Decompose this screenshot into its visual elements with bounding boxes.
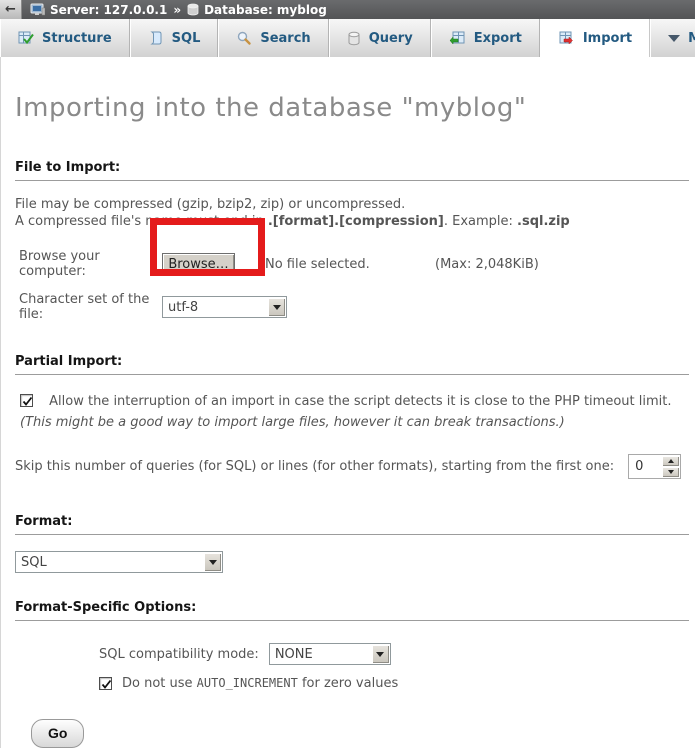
chevron-down-icon[interactable] — [372, 645, 389, 663]
skip-queries-label: Skip this number of queries (for SQL) or… — [15, 459, 614, 474]
allow-interruption-label: Allow the interruption of an import in c… — [49, 394, 671, 409]
skip-queries-stepper[interactable]: 0 — [628, 454, 681, 479]
sql-icon — [148, 30, 164, 46]
tab-label: Search — [260, 31, 310, 46]
breadcrumb-database[interactable]: Database: myblog — [187, 3, 327, 17]
sql-compat-label: SQL compatibility mode: — [99, 647, 259, 662]
no-file-selected-text: No file selected. — [265, 257, 370, 272]
format-select[interactable]: SQL — [15, 551, 223, 573]
tab-label: Import — [583, 31, 632, 46]
database-icon — [187, 3, 199, 16]
sql-compat-value: NONE — [270, 647, 371, 662]
section-heading-file-to-import: File to Import: — [15, 160, 689, 181]
allow-interruption-row: Allow the interruption of an import in c… — [15, 391, 690, 433]
allow-interruption-note: (This might be a good way to import larg… — [20, 415, 565, 430]
back-button[interactable]: ← — [0, 0, 22, 19]
charset-select-value: utf-8 — [163, 300, 267, 315]
chevron-down-icon[interactable] — [268, 298, 285, 316]
sql-compat-select[interactable]: NONE — [269, 643, 391, 665]
search-icon — [236, 30, 252, 46]
tab-structure[interactable]: Structure — [0, 19, 130, 57]
charset-select[interactable]: utf-8 — [162, 296, 287, 318]
section-heading-format-options: Format-Specific Options: — [15, 600, 689, 621]
import-icon — [558, 30, 575, 46]
autoinc-label: Do not use AUTO_INCREMENT for zero value… — [122, 676, 398, 691]
tab-search[interactable]: Search — [218, 19, 328, 57]
autoinc-label-prefix: Do not use — [122, 676, 197, 691]
structure-icon — [18, 30, 34, 46]
example-filename: .sql.zip — [517, 214, 570, 229]
stepper-up-button[interactable] — [662, 456, 679, 466]
server-icon — [30, 3, 45, 16]
breadcrumb-server[interactable]: Server: 127.0.0.1 — [30, 3, 167, 17]
breadcrumb-bar: ← Server: 127.0.0.1 » Database: myblog — [0, 0, 695, 19]
tab-label: SQL — [172, 31, 201, 46]
query-icon — [347, 31, 361, 46]
autoinc-checkbox[interactable] — [99, 677, 112, 690]
tab-label: Structure — [42, 31, 112, 46]
allow-interruption-checkbox[interactable] — [20, 394, 33, 407]
tab-label: Query — [369, 31, 413, 46]
breadcrumb-database-label: Database: myblog — [204, 3, 327, 17]
browse-label: Browse your computer: — [15, 249, 162, 279]
stepper-down-button[interactable] — [662, 467, 679, 477]
check-icon — [21, 395, 34, 408]
tab-bar: Structure SQL Search Query Export Import… — [0, 19, 695, 57]
charset-label: Character set of the file: — [15, 292, 162, 322]
back-icon: ← — [5, 2, 16, 17]
max-size-text: (Max: 2,048KiB) — [435, 257, 539, 272]
autoinc-label-suffix: for zero values — [298, 676, 398, 691]
breadcrumb-separator: » — [173, 3, 181, 17]
compression-note: File may be compressed (gzip, bzip2, zip… — [15, 196, 690, 230]
check-icon — [100, 678, 113, 691]
format-select-value: SQL — [16, 555, 203, 570]
section-heading-format: Format: — [15, 514, 689, 535]
browse-button[interactable]: Browse… — [162, 253, 235, 276]
tab-export[interactable]: Export — [431, 19, 540, 57]
chevron-down-icon[interactable] — [204, 553, 221, 571]
export-icon — [449, 30, 466, 46]
tab-import[interactable]: Import — [540, 19, 650, 57]
go-button[interactable]: Go — [31, 719, 84, 748]
example-text: . Example: — [444, 214, 517, 229]
compression-note-line1: File may be compressed (gzip, bzip2, zip… — [15, 197, 405, 212]
section-heading-partial-import: Partial Import: — [15, 354, 689, 375]
skip-queries-value: 0 — [629, 455, 661, 478]
compression-note-line2: A compressed file's name must end in — [15, 214, 268, 229]
tab-query[interactable]: Query — [329, 19, 431, 57]
page-title: Importing into the database "myblog" — [15, 57, 690, 123]
tab-sql[interactable]: SQL — [130, 19, 219, 57]
format-pattern: .[format].[compression] — [268, 214, 444, 229]
tab-more[interactable]: More — [650, 19, 695, 57]
main-content: Importing into the database "myblog" Fil… — [0, 57, 695, 748]
more-chevron-icon — [668, 35, 680, 42]
tab-label: Export — [474, 31, 522, 46]
autoinc-code: AUTO_INCREMENT — [197, 676, 298, 690]
tab-label: More — [688, 31, 695, 46]
breadcrumb-server-label: Server: 127.0.0.1 — [50, 3, 167, 17]
